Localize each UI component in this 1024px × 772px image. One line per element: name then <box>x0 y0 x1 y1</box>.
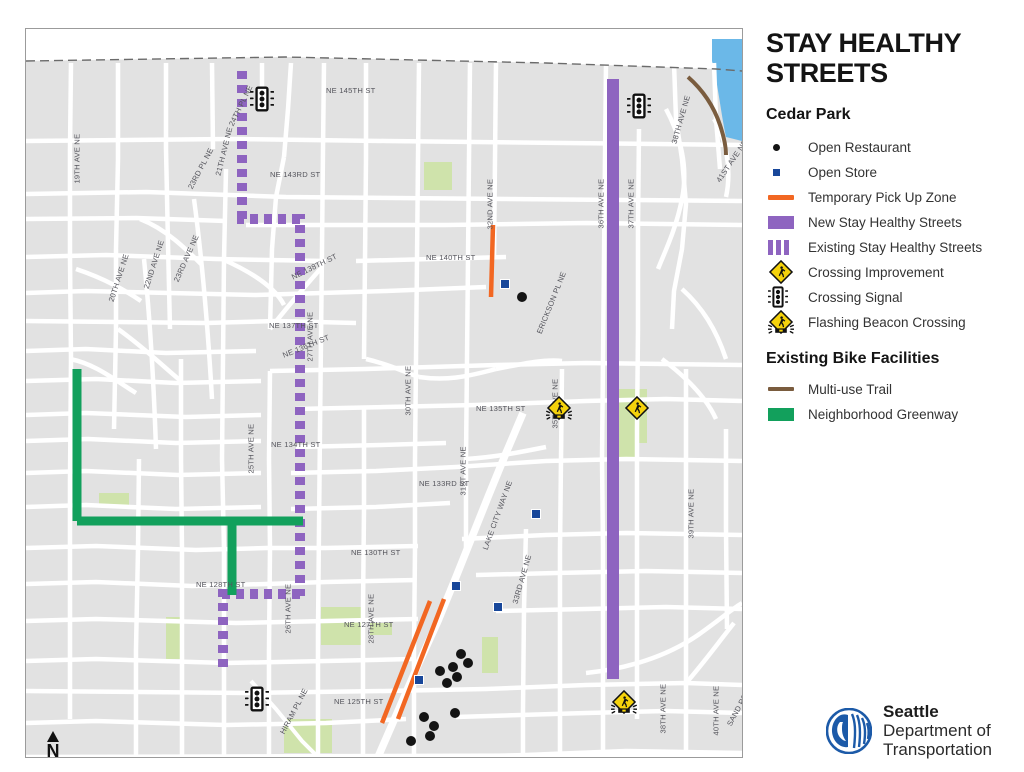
bike-facilities-list: Multi-use Trail Neighborhood Greenway <box>766 377 1016 426</box>
logo-line-3: Transportation <box>883 740 992 760</box>
flashing-beacon-icon <box>610 689 638 715</box>
legend-swatch <box>766 407 808 421</box>
open-store-marker[interactable] <box>500 279 510 289</box>
logo-line-1: Seattle <box>883 702 939 721</box>
legend-label: Multi-use Trail <box>808 381 893 397</box>
north-label: N <box>46 741 60 758</box>
open-store-marker[interactable] <box>493 602 503 612</box>
legend-item-2: Temporary Pick Up Zone <box>766 185 1016 209</box>
crossing-signal-marker[interactable] <box>244 686 270 717</box>
flashing-beacon-marker[interactable] <box>610 689 638 720</box>
existing-shs-swatch <box>768 239 789 255</box>
legend-label: Open Store <box>808 164 878 180</box>
open-store-marker[interactable] <box>531 509 541 519</box>
crossing-signal-marker[interactable] <box>249 86 275 117</box>
legend-label: Neighborhood Greenway <box>808 406 959 422</box>
legend-swatch <box>766 239 808 255</box>
logo-line-2: Department of <box>883 721 991 741</box>
new-stay-healthy-street-37th-ave[interactable] <box>607 79 619 679</box>
open-restaurant-marker[interactable] <box>456 649 466 659</box>
open-restaurant-marker[interactable] <box>435 666 445 676</box>
open-restaurant-marker[interactable] <box>517 292 527 302</box>
sdot-logo: Seattle Department of Transportation <box>826 702 992 759</box>
legend-swatch <box>766 168 808 176</box>
greenway-swatch <box>768 407 794 421</box>
legend-swatch <box>766 309 808 335</box>
flashing-beacon-icon <box>545 395 573 421</box>
seattle-city-seal-icon <box>826 707 872 754</box>
open-store-marker[interactable] <box>451 581 461 591</box>
bike-item-1: Neighborhood Greenway <box>766 402 1016 426</box>
open-restaurant-marker[interactable] <box>406 736 416 746</box>
crossing-improvement-marker[interactable] <box>624 395 650 426</box>
crossing-signal-icon <box>626 93 652 119</box>
legend-label: Crossing Signal <box>808 289 903 305</box>
legend-swatch <box>766 387 808 392</box>
open-store-marker[interactable] <box>414 675 424 685</box>
crossing-signal-icon <box>768 286 788 309</box>
legend-label: New Stay Healthy Streets <box>808 214 962 230</box>
legend-item-4: Existing Stay Healthy Streets <box>766 235 1016 259</box>
bike-facilities-heading: Existing Bike Facilities <box>766 350 940 368</box>
flashing-beacon-icon <box>768 310 794 335</box>
open-restaurant-marker[interactable] <box>450 708 460 718</box>
crossing-improvement-icon <box>768 260 794 285</box>
legend-label: Flashing Beacon Crossing <box>808 314 966 330</box>
open-restaurant-marker[interactable] <box>448 662 458 672</box>
legend-label: Open Restaurant <box>808 139 911 155</box>
sdot-logo-text: Seattle Department of Transportation <box>883 702 992 759</box>
open-store-swatch-icon <box>773 168 780 176</box>
open-restaurant-marker[interactable] <box>425 731 435 741</box>
map-canvas <box>26 29 742 757</box>
multi-use-trail-swatch <box>768 387 794 392</box>
legend-label: Temporary Pick Up Zone <box>808 189 957 205</box>
page-title: STAY HEALTHY STREETS <box>766 28 961 89</box>
pickup-zone-swatch <box>768 195 794 200</box>
map-panel[interactable]: NE 145TH ST NE 143RD ST 19TH AVE NE 20TH AV… <box>25 28 743 758</box>
legend-swatch <box>766 259 808 285</box>
crossing-signal-icon <box>244 686 270 712</box>
legend-item-7: Flashing Beacon Crossing <box>766 309 1016 335</box>
crossing-improvement-icon <box>624 395 650 421</box>
legend-swatch <box>766 215 808 229</box>
crossing-signal-marker[interactable] <box>626 93 652 124</box>
bike-item-0: Multi-use Trail <box>766 377 1016 401</box>
crossing-signal-icon <box>249 86 275 112</box>
north-arrow: N <box>40 731 66 758</box>
open-restaurant-marker[interactable] <box>452 672 462 682</box>
new-shs-swatch <box>768 215 794 229</box>
open-restaurant-marker[interactable] <box>419 712 429 722</box>
legend-swatch <box>766 286 808 309</box>
legend-item-3: New Stay Healthy Streets <box>766 210 1016 234</box>
legend-item-5: Crossing Improvement <box>766 259 1016 285</box>
open-restaurant-marker[interactable] <box>442 678 452 688</box>
legend-label: Existing Stay Healthy Streets <box>808 239 983 255</box>
flashing-beacon-marker[interactable] <box>545 395 573 426</box>
legend-panel: STAY HEALTHY STREETS Cedar Park Open Res… <box>766 28 1016 758</box>
legend-subtitle: Cedar Park <box>766 106 851 124</box>
legend-swatch <box>766 143 808 151</box>
legend-item-0: Open Restaurant <box>766 135 1016 159</box>
legend-item-6: Crossing Signal <box>766 285 1016 309</box>
legend-label: Crossing Improvement <box>808 264 944 280</box>
legend-item-1: Open Store <box>766 160 1016 184</box>
open-restaurant-marker[interactable] <box>429 721 439 731</box>
open-restaurant-marker[interactable] <box>463 658 473 668</box>
legend-swatch <box>766 195 808 200</box>
open-restaurant-swatch-icon <box>773 143 780 151</box>
legend-item-list: Open Restaurant Open Store Temporary Pick … <box>766 135 1016 335</box>
